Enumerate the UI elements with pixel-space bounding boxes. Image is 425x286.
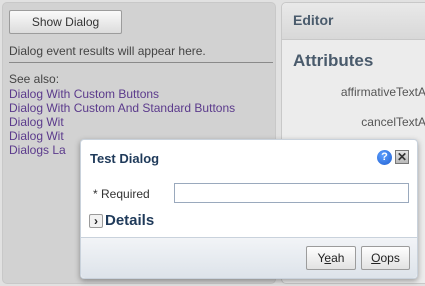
link-dialogs-layout[interactable]: Dialogs La (9, 143, 66, 157)
results-text: Dialog event results will appear here. (9, 44, 206, 58)
results-divider (9, 62, 273, 63)
yeah-label-post: ah (331, 251, 345, 265)
dialog-footer: Yeah Oops (81, 237, 417, 278)
dialog-titlebar[interactable]: Test Dialog ? ✕ (81, 140, 417, 176)
details-label[interactable]: Details (105, 212, 154, 229)
dialog-title: Test Dialog (90, 151, 160, 166)
editor-header: Editor (282, 3, 425, 40)
help-icon[interactable]: ? (377, 150, 392, 165)
link-dialog-custom-standard-buttons[interactable]: Dialog With Custom And Standard Buttons (9, 101, 235, 115)
oops-label-post: ops (380, 251, 400, 265)
attribute-affirmative-text: affirmativeTextAr (340, 85, 425, 99)
link-dialog-with-2[interactable]: Dialog Wit (9, 129, 64, 143)
details-disclosure[interactable]: › Details (89, 212, 154, 229)
close-icon[interactable]: ✕ (395, 150, 409, 164)
editor-title: Editor (293, 12, 334, 28)
yeah-button[interactable]: Yeah (306, 246, 356, 270)
attribute-cancel-text: cancelTextAr (361, 115, 425, 129)
see-also-label: See also: (9, 72, 60, 86)
required-field-label: * Required (93, 187, 150, 201)
required-label-text: Required (101, 187, 150, 201)
required-star: * (93, 187, 98, 201)
show-dialog-button[interactable]: Show Dialog (9, 10, 122, 34)
attributes-title: Attributes (293, 51, 374, 70)
required-input[interactable] (174, 183, 409, 203)
link-dialog-with-1[interactable]: Dialog Wit (9, 115, 64, 129)
oops-button[interactable]: Oops (361, 246, 410, 270)
test-dialog: Test Dialog ? ✕ * Required › Details Yea… (80, 139, 418, 279)
chevron-right-icon[interactable]: › (89, 213, 103, 228)
link-dialog-custom-buttons[interactable]: Dialog With Custom Buttons (9, 87, 159, 101)
